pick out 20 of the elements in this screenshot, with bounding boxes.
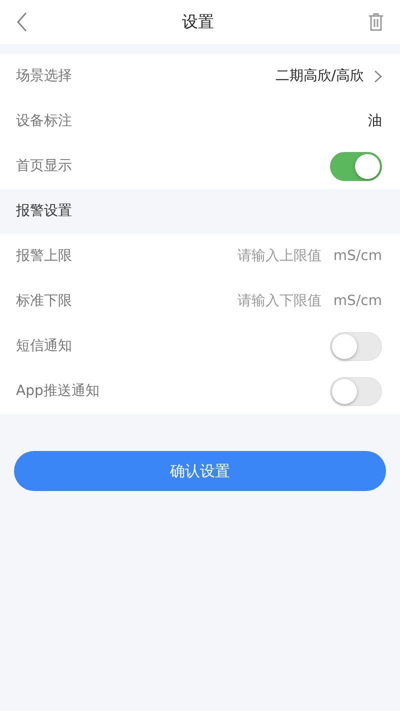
toggle-switch[interactable] — [330, 152, 382, 181]
input-field[interactable]: 请输入上限值 — [201, 246, 322, 267]
unit-label: mS/cm — [333, 292, 382, 311]
setting-label: 设备标注 — [16, 112, 72, 131]
trash-icon[interactable] — [368, 13, 384, 31]
setting-label: 首页显示 — [16, 157, 72, 176]
setting-label: 标准下限 — [16, 292, 72, 311]
setting-value[interactable]: 二期高欣/高欣 — [275, 66, 364, 87]
section-title: 报警设置 — [16, 202, 72, 221]
back-icon[interactable] — [16, 12, 28, 32]
setting-label: 场景选择 — [16, 67, 72, 86]
chevron-right-icon[interactable] — [374, 70, 382, 83]
setting-value: 油 — [368, 112, 382, 131]
setting-label: 报警上限 — [16, 247, 72, 266]
setting-label: App推送通知 — [16, 382, 100, 401]
input-field[interactable]: 请输入下限值 — [201, 291, 322, 312]
confirm-button[interactable]: 确认设置 — [14, 451, 386, 491]
page-title: 设置 — [182, 11, 214, 33]
unit-label: mS/cm — [333, 247, 382, 266]
setting-label: 短信通知 — [16, 337, 72, 356]
